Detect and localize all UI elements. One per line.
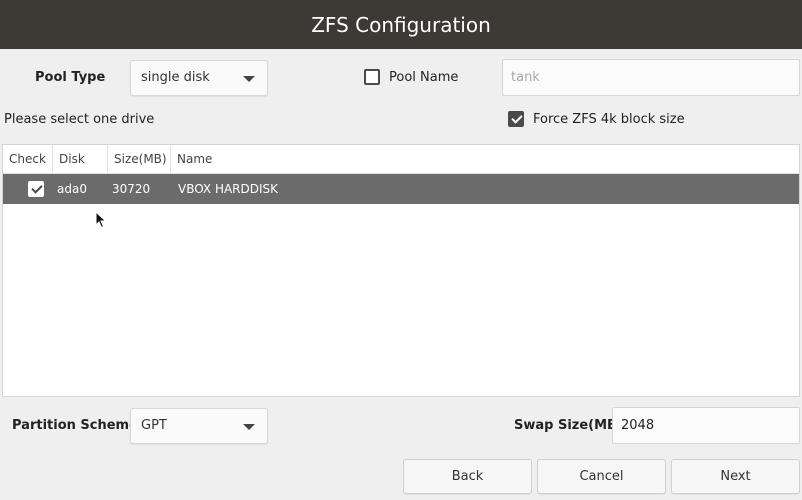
chevron-down-icon [243,76,255,82]
pool-name-input[interactable]: tank [502,59,800,96]
pool-type-value: single disk [141,70,210,85]
next-button[interactable]: Next [671,459,800,494]
pool-name-placeholder: tank [511,70,540,85]
table-header: Check Disk Size(MB) Name [3,145,799,174]
pool-type-label: Pool Type [35,70,106,85]
window-titlebar: ZFS Configuration [0,0,802,49]
force-4k-label: Force ZFS 4k block size [533,112,685,127]
swap-size-label: Swap Size(MB) [514,418,623,433]
pool-name-checkbox[interactable] [364,69,380,85]
back-button[interactable]: Back [403,459,532,494]
chevron-down-icon [243,424,255,430]
partition-scheme-label: Partition Scheme [12,418,138,433]
column-header-name[interactable]: Name [171,145,799,173]
cancel-button[interactable]: Cancel [537,459,666,494]
window-title: ZFS Configuration [311,12,491,37]
disk-cell: ada0 [57,182,87,196]
partition-scheme-dropdown[interactable]: GPT [130,408,268,444]
column-header-disk[interactable]: Disk [53,145,108,173]
row-checkbox[interactable] [28,181,44,197]
size-cell: 30720 [112,182,151,196]
swap-size-input[interactable]: 2048 [612,407,800,444]
select-drive-instruction: Please select one drive [4,112,155,127]
force-4k-checkbox[interactable] [508,111,524,127]
pool-type-dropdown[interactable]: single disk [130,60,268,96]
column-header-size[interactable]: Size(MB) [108,145,171,173]
table-row[interactable]: ada0 30720 VBOX HARDDISK [3,174,799,204]
partition-scheme-value: GPT [141,418,167,433]
name-cell: VBOX HARDDISK [178,182,279,196]
swap-size-value: 2048 [621,418,655,433]
mouse-pointer-icon [95,210,107,233]
pool-name-label: Pool Name [389,70,459,85]
disk-table: Check Disk Size(MB) Name ada0 30720 VBOX… [2,144,800,397]
column-header-check[interactable]: Check [3,145,53,173]
